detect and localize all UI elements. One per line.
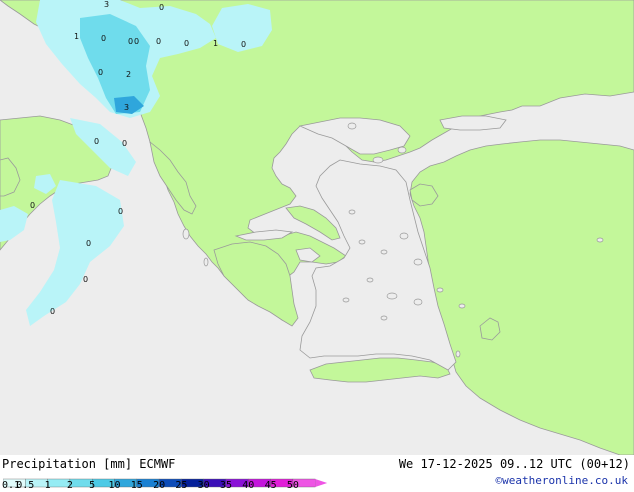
cell-label: 0 [184,39,189,48]
legend-arrow [315,479,328,487]
valid-time: We 17-12-2025 09..12 UTC (00+12) [398,457,630,471]
cell-label: 3 [124,103,129,112]
cell-label: 0 [86,239,91,248]
cell-label: 1 [213,39,218,48]
legend-tick-label: 5 [89,480,96,491]
legend-tick-label: 40 [242,480,255,491]
island [436,287,444,293]
legend-tick-label: 30 [197,480,210,491]
map-title: Precipitation [mm] ECMWF [2,457,176,471]
island [380,249,388,255]
legend-tick-label: 50 [286,480,299,491]
cell-label: 0 [122,139,127,148]
cell-label: 0 [156,37,161,46]
island [358,239,366,245]
legend-tick-label: 1 [44,480,51,491]
island [596,237,604,243]
credit-link[interactable]: ©weatheronline.co.uk [496,474,628,487]
cell-label: 0 [94,137,99,146]
cell-label: 0 [30,201,35,210]
island [399,232,409,240]
cell-label: 0 [98,68,103,77]
cell-label: 0 [50,307,55,316]
color-legend [2,473,333,492]
island [380,315,388,321]
island [413,258,423,266]
cell-label: 0 [118,207,123,216]
island [203,257,209,267]
island [372,156,384,164]
legend-tick-label: 2 [66,480,73,491]
island [455,350,461,358]
legend-tick-label: 25 [175,480,188,491]
island [458,303,466,309]
legend-tick-label: 0.5 [16,480,35,491]
cell-label: 0 [241,40,246,49]
legend-tick-label: 35 [219,480,233,491]
sea-marmara [439,115,507,131]
island [342,297,350,303]
legend-tick-label: 20 [153,480,166,491]
cell-label: 0 [101,34,106,43]
island [182,228,190,240]
island [366,277,374,283]
cell-label: 3 [104,0,109,9]
map-footer: Precipitation [mm] ECMWF We 17-12-2025 0… [0,455,634,492]
island [397,146,407,154]
cell-label: 0 [134,37,139,46]
island [348,209,356,215]
cell-label: 1 [74,32,79,41]
cell-label: 2 [126,70,131,79]
island [347,122,357,130]
legend-tick-label: 45 [264,480,277,491]
precipitation-map: 3 0 1 0 0 0 0 0 1 0 0 2 3 0 0 0 0 0 0 0 [0,0,634,455]
cell-label: 0 [83,275,88,284]
island [386,292,398,300]
cell-label: 0 [159,3,164,12]
legend-tick-label: 15 [130,480,143,491]
island [413,298,423,306]
legend-tick-label: 10 [108,480,121,491]
cell-label: 0 [128,37,133,46]
